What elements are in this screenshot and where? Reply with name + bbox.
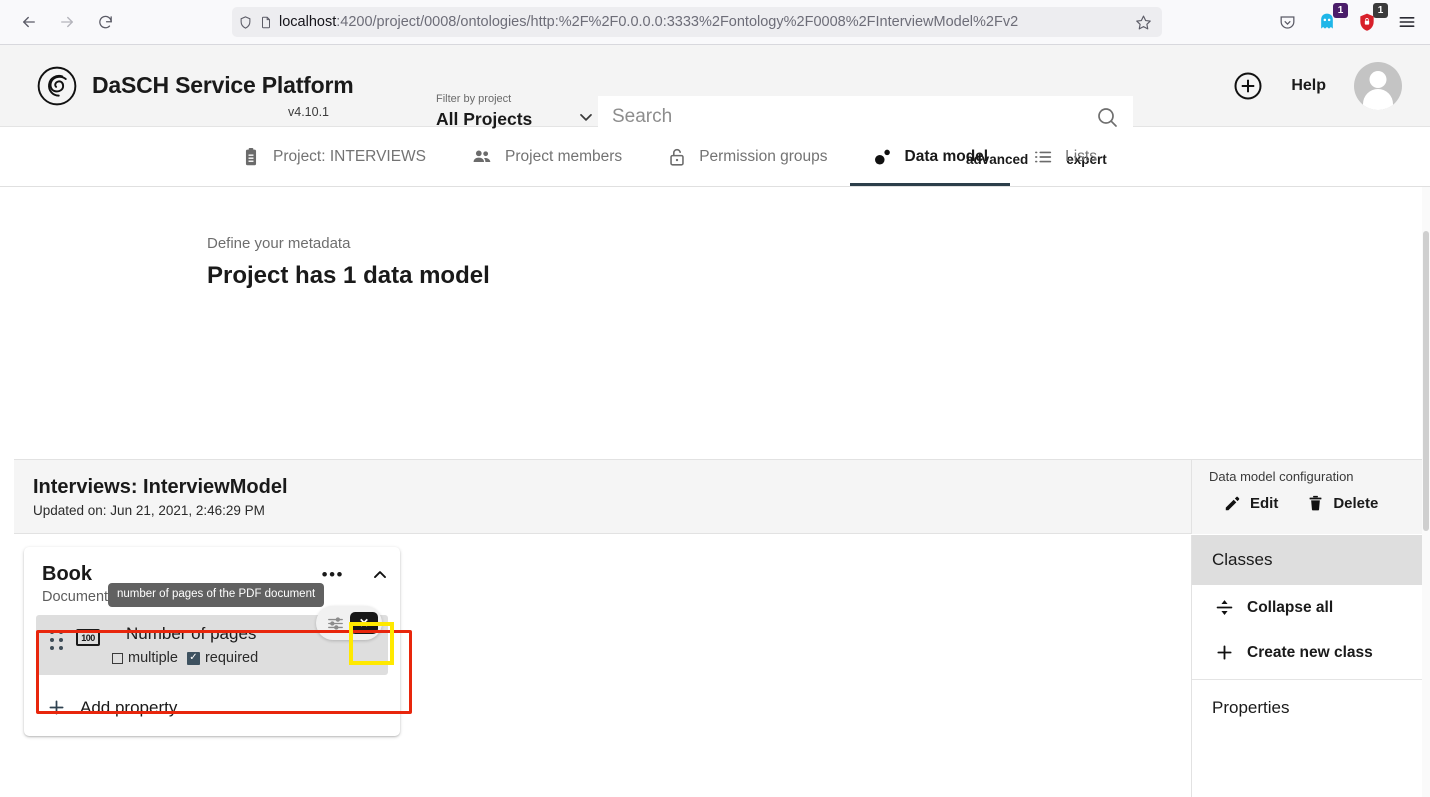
tab-lists-label: Lists (1065, 148, 1097, 166)
add-property-label: Add property (80, 698, 177, 718)
class-canvas: Book Document (PDF, etc.) ••• number of … (14, 535, 1191, 797)
tab-permission-groups[interactable]: Permission groups (644, 127, 849, 186)
lock-icon (666, 146, 688, 168)
plus-icon (1214, 642, 1235, 663)
sidebar-classes-header: Classes (1192, 535, 1430, 585)
browser-nav-buttons (12, 7, 122, 37)
save-to-pocket-icon[interactable] (1274, 9, 1300, 35)
help-link[interactable]: Help (1291, 77, 1326, 95)
sidebar-properties-header: Properties (1192, 680, 1430, 733)
search-icon[interactable] (1095, 105, 1119, 129)
ghost-extension-icon[interactable]: 1 (1314, 9, 1340, 35)
page-title: Project has 1 data model (207, 262, 1430, 290)
data-model-name: Interviews: InterviewModel (33, 476, 288, 499)
sidebar-item-create-new-class[interactable]: Create new class (1192, 630, 1430, 675)
tab-lists[interactable]: Lists (1010, 127, 1119, 186)
data-model-sidebar: Classes Collapse all Create new class Pr… (1191, 535, 1430, 797)
sliders-icon[interactable] (320, 608, 350, 638)
reload-button[interactable] (88, 7, 122, 37)
browser-extensions-area: 1 1 (1274, 9, 1420, 35)
shield-extension-badge: 1 (1373, 3, 1388, 18)
header-actions: Help (1233, 62, 1402, 110)
search-input[interactable] (612, 106, 1095, 128)
checkbox-checked-icon: ✓ (187, 652, 200, 665)
intro-block: Define your metadata Project has 1 data … (0, 187, 1430, 290)
pencil-icon (1223, 494, 1242, 513)
back-arrow-icon (20, 13, 38, 31)
tab-project-members[interactable]: Project members (448, 127, 644, 186)
people-icon (470, 146, 494, 168)
url-text: localhost:4200/project/0008/ontologies/h… (279, 14, 1124, 30)
url-host: localhost (279, 14, 336, 30)
list-icon (1032, 146, 1054, 168)
page-scrollbar-thumb[interactable] (1423, 231, 1429, 531)
data-model-config-label: Data model configuration (1209, 469, 1430, 484)
sidebar-item-collapse-all[interactable]: Collapse all (1192, 585, 1430, 630)
avatar[interactable] (1354, 62, 1402, 110)
collapse-all-icon (1214, 597, 1235, 618)
intro-subtitle: Define your metadata (207, 235, 1430, 252)
data-model-updated: Updated on: Jun 21, 2021, 2:46:29 PM (33, 503, 288, 518)
ghost-extension-badge: 1 (1333, 3, 1348, 18)
tab-project-interviews[interactable]: Project: INTERVIEWS (218, 127, 448, 186)
delete-x-icon[interactable]: ✕ (350, 612, 378, 634)
star-icon[interactable] (1130, 14, 1156, 31)
delete-label: Delete (1333, 495, 1378, 512)
drag-handle-icon[interactable] (50, 630, 64, 650)
brand-block[interactable]: DaSCH Service Platform (36, 65, 353, 107)
dasch-spiral-logo (36, 65, 78, 107)
app-header: DaSCH Service Platform v4.10.1 Filter by… (0, 45, 1430, 127)
forward-arrow-icon (58, 13, 76, 31)
page-scrollbar[interactable] (1422, 187, 1430, 797)
plus-circle-icon[interactable] (1233, 71, 1263, 101)
data-model-panel: Interviews: InterviewModel Updated on: J… (14, 459, 1430, 797)
url-bar[interactable]: localhost:4200/project/0008/ontologies/h… (232, 7, 1162, 37)
property-flag-required[interactable]: ✓ required (187, 650, 258, 666)
hamburger-menu-icon[interactable] (1394, 9, 1420, 35)
tab-project-members-label: Project members (505, 148, 622, 166)
class-card-book: Book Document (PDF, etc.) ••• number of … (24, 547, 400, 736)
add-property-button[interactable]: Add property (24, 675, 400, 718)
property-tooltip: number of pages of the PDF document (108, 583, 324, 607)
property-flag-multiple[interactable]: multiple (112, 650, 178, 666)
property-flag-multiple-label: multiple (128, 650, 178, 666)
trash-icon (1306, 494, 1325, 513)
edit-label: Edit (1250, 495, 1278, 512)
plus-icon (46, 697, 67, 718)
shield-extension-icon[interactable]: 1 (1354, 9, 1380, 35)
sidebar-collapse-all-label: Collapse all (1247, 599, 1333, 617)
app-version: v4.10.1 (288, 105, 329, 119)
tab-data-model[interactable]: Data model (850, 127, 1011, 186)
number-icon: 100 (76, 629, 100, 646)
checkbox-unchecked-icon (112, 653, 123, 664)
sidebar-create-new-class-label: Create new class (1247, 644, 1373, 662)
reload-icon (97, 14, 114, 31)
main-nav-tabs: Project: INTERVIEWS Project members Perm… (0, 127, 1430, 187)
tab-permission-groups-label: Permission groups (699, 148, 827, 166)
back-button[interactable] (12, 7, 46, 37)
tab-project-interviews-label: Project: INTERVIEWS (273, 148, 426, 166)
edit-button[interactable]: Edit (1223, 494, 1278, 513)
page-body: Define your metadata Project has 1 data … (0, 187, 1430, 797)
property-row-tools: ✕ (316, 606, 382, 640)
page-icon (259, 15, 273, 30)
url-path: :4200/project/0008/ontologies/http:%2F%2… (336, 14, 1018, 30)
project-filter-label: Filter by project (436, 93, 596, 105)
data-model-icon (872, 146, 894, 168)
property-flag-required-label: required (205, 650, 258, 666)
delete-button[interactable]: Delete (1306, 494, 1378, 513)
data-model-configuration: Data model configuration Edit Delete (1191, 460, 1430, 534)
clipboard-icon (240, 146, 262, 168)
browser-toolbar: localhost:4200/project/0008/ontologies/h… (0, 0, 1430, 45)
brand-title: DaSCH Service Platform (92, 72, 353, 99)
chevron-up-icon[interactable] (370, 565, 390, 585)
tab-data-model-label: Data model (905, 148, 989, 166)
forward-button[interactable] (50, 7, 84, 37)
more-options-icon[interactable]: ••• (322, 570, 344, 580)
tracking-shield-icon (238, 15, 253, 30)
property-row-number-of-pages[interactable]: number of pages of the PDF document 100 … (36, 615, 388, 675)
